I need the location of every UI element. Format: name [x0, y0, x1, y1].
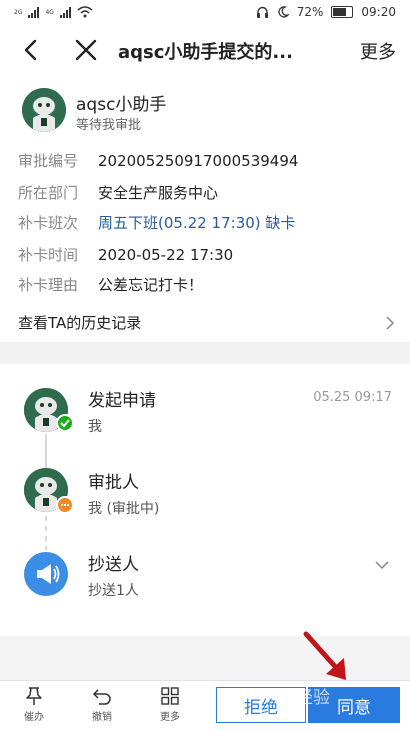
- close-icon[interactable]: [72, 36, 100, 64]
- section-divider: [0, 342, 410, 364]
- battery-icon: [331, 6, 354, 18]
- step-sub-initiate: 我: [88, 419, 102, 435]
- page-title: aqsc小助手提交的...: [118, 42, 293, 63]
- more-actions-button[interactable]: 更多: [150, 685, 190, 723]
- step-icon-cc: [24, 552, 68, 596]
- detail-row-reason: 补卡理由 公差忘记打卡！: [18, 274, 203, 295]
- network-type-2: 4G: [45, 8, 54, 16]
- chevron-down-icon[interactable]: [374, 560, 390, 570]
- detail-value: 周五下班(05.22 17:30) 缺卡: [98, 214, 296, 232]
- step-sub-cc: 抄送1人: [88, 583, 139, 599]
- applicant-header: aqsc小助手 等待我审批: [0, 80, 410, 140]
- status-right: 72% 09:20: [256, 5, 396, 19]
- more-actions-label: 更多: [160, 712, 180, 723]
- detail-label: 所在部门: [18, 184, 79, 202]
- applicant-name: aqsc小助手: [76, 95, 167, 115]
- detail-label: 补卡理由: [18, 276, 79, 294]
- status-left: 2G 4G: [14, 6, 93, 18]
- detail-row-shift: 补卡班次 周五下班(05.22 17:30) 缺卡: [18, 212, 295, 233]
- clock: 09:20: [361, 5, 396, 19]
- approval-status: 等待我审批: [76, 118, 142, 133]
- pin-icon: [26, 687, 42, 705]
- check-badge-icon: [56, 414, 74, 432]
- urge-label: 催办: [24, 712, 44, 723]
- grid-icon: [161, 687, 179, 705]
- detail-row-time: 补卡时间 2020-05-22 17:30: [18, 244, 233, 265]
- network-type-1: 2G: [14, 8, 23, 16]
- detail-row-department: 所在部门 安全生产服务中心: [18, 182, 218, 203]
- signal-icon-2: [59, 6, 71, 18]
- footer-spacer: [0, 636, 410, 680]
- detail-row-number: 审批编号 20200525091700053949​4: [18, 150, 298, 171]
- watermark: 经验: [296, 688, 330, 708]
- back-arrow-icon[interactable]: [18, 36, 46, 64]
- avatar[interactable]: [22, 88, 66, 132]
- status-bar: 2G 4G 72% 09:20: [0, 0, 410, 26]
- step-title-cc: 抄送人: [88, 555, 139, 575]
- more-button[interactable]: 更多: [360, 38, 396, 64]
- undo-icon: [92, 689, 111, 705]
- detail-label: 补卡班次: [18, 214, 79, 232]
- step-title-initiate: 发起申请: [88, 391, 156, 411]
- flow-connector: [45, 434, 47, 470]
- step-title-approver: 审批人: [88, 473, 139, 493]
- signal-icon: [28, 6, 40, 18]
- detail-value: 2020-05-22 17:30: [98, 246, 234, 264]
- pending-badge-icon: [56, 496, 74, 514]
- battery-percent: 72%: [296, 5, 324, 19]
- approval-flow: 发起申请 我 05.25 09:17 审批人 我 (审批中) 抄送人 抄送1人: [0, 364, 410, 636]
- reject-button[interactable]: 拒绝: [216, 687, 306, 723]
- megaphone-icon: [37, 564, 60, 584]
- chevron-right-icon: [386, 316, 395, 330]
- wifi-icon: [77, 6, 93, 18]
- step-sub-approver: 我 (审批中): [88, 501, 160, 517]
- urge-button[interactable]: 催办: [14, 685, 54, 723]
- history-link[interactable]: 查看TA的历史记录: [0, 302, 410, 342]
- robot-mascot-icon: [22, 88, 66, 132]
- detail-value: 20200525091700053949​4: [98, 152, 299, 170]
- history-link-label: 查看TA的历史记录: [18, 314, 142, 332]
- revoke-button[interactable]: 撤销: [82, 685, 122, 723]
- headset-icon: [256, 6, 268, 18]
- step-time: 05.25 09:17: [313, 390, 392, 405]
- detail-value: 公差忘记打卡！: [98, 276, 204, 294]
- detail-label: 审批编号: [18, 152, 79, 170]
- flow-connector-dashed: [45, 516, 47, 550]
- detail-label: 补卡时间: [18, 246, 79, 264]
- bottom-action-bar: 催办 撤销 更多 拒绝 同意: [0, 680, 410, 731]
- revoke-label: 撤销: [92, 712, 112, 723]
- moon-icon: [278, 6, 289, 18]
- detail-value: 安全生产服务中心: [98, 184, 219, 202]
- nav-bar: aqsc小助手提交的... 更多: [0, 26, 410, 74]
